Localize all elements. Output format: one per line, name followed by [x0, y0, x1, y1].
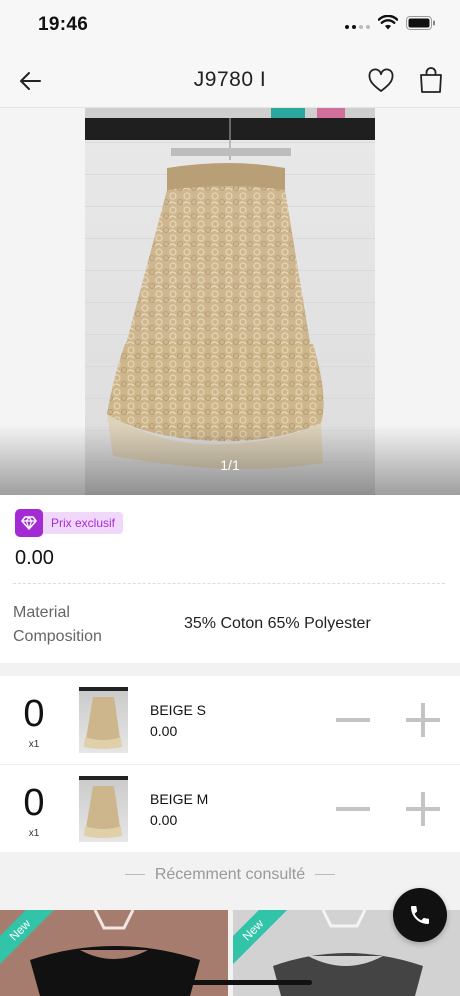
badge-label: Prix exclusif: [39, 512, 124, 534]
variant-multiplier: x1: [28, 739, 40, 750]
material-label: Material Composition: [13, 604, 102, 645]
variant-price: 0.00: [150, 723, 178, 739]
shopping-bag-icon[interactable]: [418, 66, 444, 94]
exclusive-price-badge: Prix exclusif: [15, 509, 124, 537]
variant-name: BEIGE S: [150, 702, 207, 718]
recently-viewed-heading: Récemment consulté: [0, 866, 460, 884]
material-value: 35% Coton 65% Polyester: [184, 615, 371, 632]
product-image-gallery[interactable]: 1/1: [0, 108, 460, 495]
battery-icon: [406, 15, 435, 30]
status-bar: 19:46: [0, 0, 460, 52]
variant-quantity: 0: [23, 782, 45, 824]
heading-line: [315, 874, 336, 876]
nav-bar: J9780 I: [0, 52, 460, 108]
home-indicator: [148, 980, 312, 985]
plus-button[interactable]: [406, 792, 440, 826]
variant-row: 0 x1 BEIGE S 0.00: [0, 676, 460, 764]
variant-row: 0 x1 BEIGE M 0.00: [0, 764, 460, 852]
variant-name: BEIGE M: [150, 791, 209, 807]
status-icons: [345, 15, 436, 30]
phone-icon: [411, 906, 429, 924]
heading-line: [124, 874, 145, 876]
minus-button[interactable]: [336, 792, 370, 826]
variant-thumbnail[interactable]: [79, 776, 128, 842]
plus-button[interactable]: [406, 703, 440, 737]
status-time: 19:46: [38, 14, 89, 35]
diamond-icon: [15, 509, 43, 537]
variant-list: 0 x1 BEIGE S 0.00 0 x1 BEIGE M 0.00: [0, 676, 460, 852]
variant-thumbnail[interactable]: [79, 687, 128, 753]
minus-button[interactable]: [336, 703, 370, 737]
divider: [13, 583, 445, 584]
gallery-counter: 1/1: [220, 457, 240, 473]
wifi-icon: [378, 15, 398, 30]
variant-price: 0.00: [150, 812, 178, 828]
heart-icon[interactable]: [367, 67, 395, 95]
signal-icon: [345, 17, 370, 29]
product-price: 0.00: [15, 547, 54, 569]
call-button[interactable]: [393, 888, 447, 942]
variant-multiplier: x1: [28, 828, 40, 839]
recently-viewed-label: Récemment consulté: [154, 866, 306, 883]
variant-quantity: 0: [23, 693, 45, 735]
price-card: Prix exclusif 0.00 Material Composition …: [0, 495, 460, 663]
